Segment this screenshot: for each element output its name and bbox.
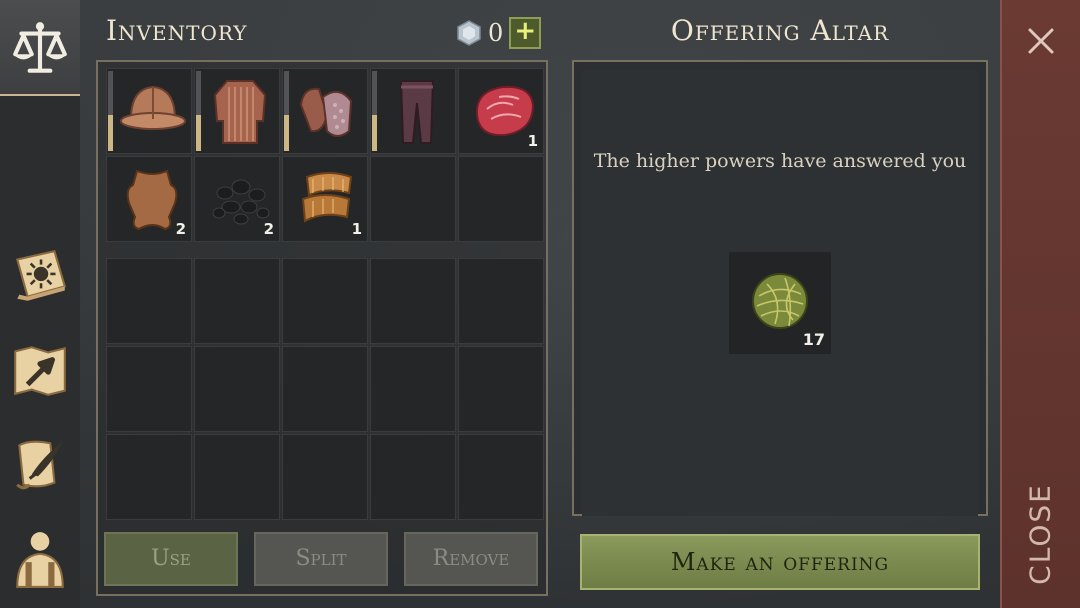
inventory-slot-empty[interactable] (370, 156, 456, 242)
inventory-slot-empty[interactable] (282, 258, 368, 344)
inventory-slot-empty[interactable] (282, 434, 368, 520)
use-button[interactable]: Use (104, 532, 238, 586)
inventory-slot[interactable] (194, 68, 280, 154)
remove-button[interactable]: Remove (404, 532, 538, 586)
plant-fiber-bundle-icon (752, 273, 808, 329)
durability-fill (108, 115, 113, 151)
durability-fill (196, 115, 201, 151)
item-quantity: 2 (175, 220, 186, 238)
inventory-slot[interactable] (370, 68, 456, 154)
altar-reward-slot[interactable]: 17 (729, 252, 831, 354)
inventory-slot-empty[interactable] (370, 346, 456, 432)
inventory-slot-empty[interactable] (458, 156, 544, 242)
currency-display: 0 + (456, 17, 542, 49)
inventory-slot[interactable]: 1 (282, 156, 368, 242)
sun-book-icon (15, 249, 67, 301)
inventory-slot-empty[interactable] (194, 258, 280, 344)
chainmail-shirt-icon (213, 80, 267, 144)
reward-quantity: 17 (802, 330, 825, 349)
item-quantity: 2 (263, 220, 274, 238)
add-currency-button[interactable]: + (509, 17, 542, 49)
inventory-slot-empty[interactable] (370, 434, 456, 520)
inventory-slot-empty[interactable] (194, 346, 280, 432)
inventory-slot-empty[interactable] (282, 346, 368, 432)
split-button[interactable]: Split (254, 532, 388, 586)
inventory-slot[interactable]: 1 (458, 68, 544, 154)
currency-value: 0 (488, 19, 504, 47)
durability-bar (108, 71, 113, 151)
inventory-slot-empty[interactable] (106, 434, 192, 520)
leather-helmet-icon (120, 85, 186, 130)
inventory-title: Inventory (106, 14, 248, 47)
altar-title: Offering Altar (670, 14, 890, 47)
inventory-slot-empty[interactable] (106, 258, 192, 344)
scroll-quill-icon (16, 440, 63, 490)
sidebar-item-map[interactable] (6, 336, 74, 404)
inventory-slot-empty[interactable] (458, 346, 544, 432)
inventory-slot-empty[interactable] (458, 258, 544, 344)
leather-pants-icon (399, 80, 435, 144)
map-arrow-icon (14, 346, 66, 396)
sidebar-item-journal[interactable] (6, 242, 74, 310)
close-x-icon[interactable] (1022, 22, 1060, 60)
inventory-grid-equipment: 1 2 2 1 (106, 68, 544, 242)
durability-bar (372, 71, 377, 151)
altar-message: The higher powers have answered you (593, 150, 967, 172)
inventory-slot[interactable]: 2 (106, 156, 192, 242)
sidebar-item-character[interactable] (6, 524, 74, 592)
chainmail-gloves-icon (299, 87, 353, 137)
durability-bar (196, 71, 201, 151)
inventory-slot-empty[interactable] (194, 434, 280, 520)
inventory-slot[interactable]: 2 (194, 156, 280, 242)
item-quantity: 1 (527, 132, 538, 150)
durability-fill (372, 115, 377, 151)
sidebar-item-barter[interactable] (6, 14, 74, 82)
character-icon (16, 532, 64, 588)
inventory-grid-storage (106, 258, 544, 520)
inventory-slot-empty[interactable] (106, 346, 192, 432)
silver-coin-icon (457, 20, 481, 46)
inventory-slot[interactable] (106, 68, 192, 154)
inventory-slot-empty[interactable] (370, 258, 456, 344)
item-quantity: 1 (351, 220, 362, 238)
close-label[interactable]: CLOSE (1024, 483, 1057, 585)
sidebar-item-quests[interactable] (6, 430, 74, 498)
durability-bar (284, 71, 289, 151)
scales-icon (13, 22, 67, 73)
inventory-slot-empty[interactable] (458, 434, 544, 520)
make-offering-button[interactable]: Make an offering (580, 534, 980, 590)
durability-fill (284, 115, 289, 151)
inventory-slot[interactable] (282, 68, 368, 154)
